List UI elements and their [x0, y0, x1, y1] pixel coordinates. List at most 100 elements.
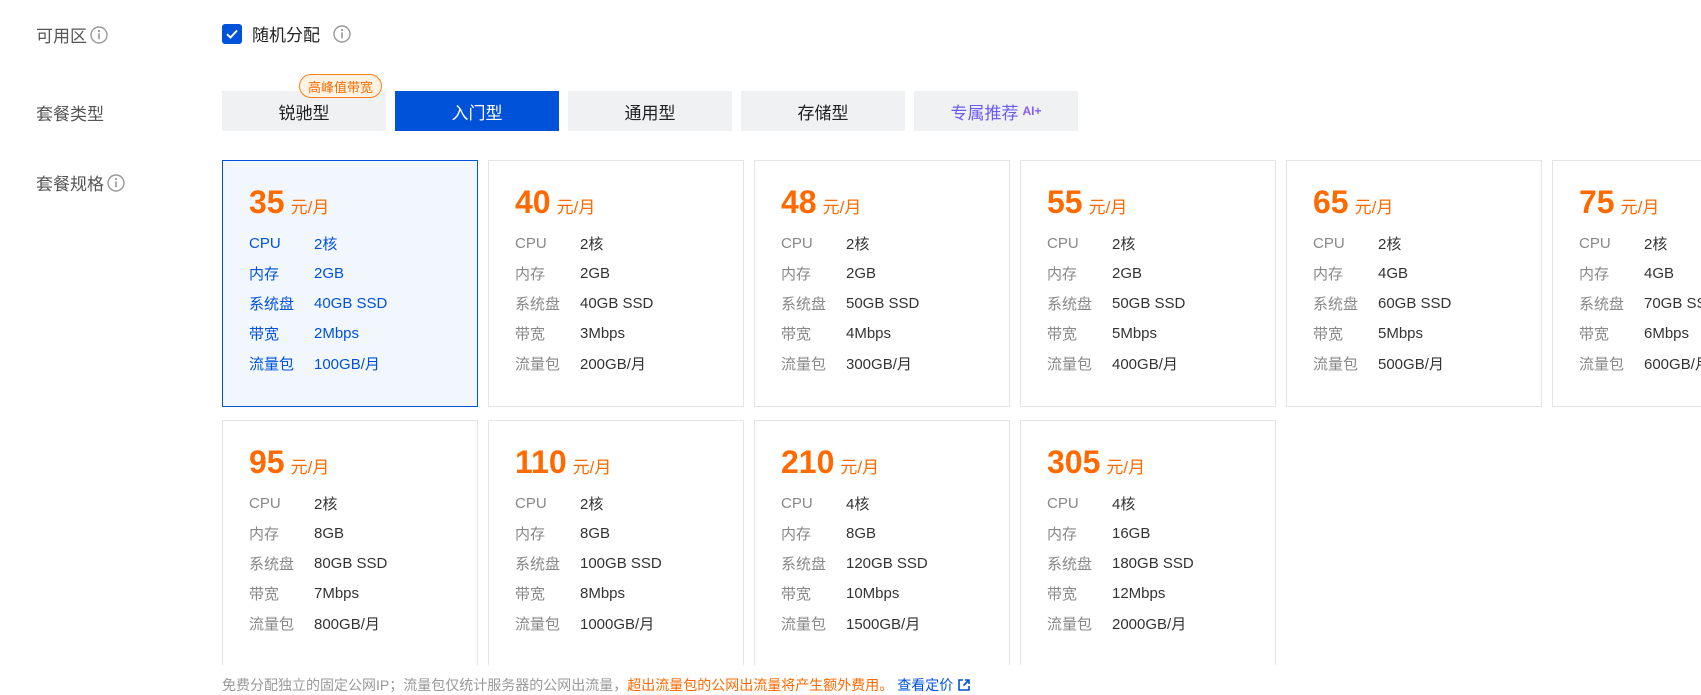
spec-label-memory: 内存 — [781, 265, 812, 283]
spec-row-disk: 系统盘 40GB SSD — [249, 288, 477, 318]
spec-row-disk: 系统盘 120GB SSD — [781, 548, 1009, 578]
spec-label-cpu: CPU — [1313, 234, 1345, 252]
spec-value-bandwidth: 10Mbps — [846, 584, 900, 602]
spec-row-traffic: 流量包 300GB/月 — [781, 348, 1009, 378]
spec-row-memory: 内存 2GB — [781, 258, 1009, 288]
info-icon[interactable] — [89, 25, 109, 45]
price-unit: 元/月 — [822, 198, 862, 217]
random-assign-checkbox[interactable] — [222, 23, 242, 44]
spec-row-disk: 系统盘 40GB SSD — [515, 288, 743, 318]
price-line: 210 元/月 — [781, 444, 1009, 488]
spec-row-disk: 系统盘 100GB SSD — [515, 548, 743, 578]
note-text: 免费分配独立的固定公网IP；流量包仅统计服务器的公网出流量， — [222, 677, 628, 693]
tab-ruichi[interactable]: 高峰值带宽 锐驰型 — [222, 74, 386, 131]
spec-label-traffic: 流量包 — [781, 355, 827, 373]
price-value: 40 — [515, 184, 551, 220]
spec-label-memory: 内存 — [249, 265, 280, 283]
spec-row-cpu: CPU 2核 — [515, 228, 743, 258]
spec-row-bandwidth: 带宽 2Mbps — [249, 318, 477, 348]
price-line: 110 元/月 — [515, 444, 743, 488]
package-type-label: 套餐类型 — [36, 100, 104, 125]
spec-card[interactable]: 110 元/月 CPU 2核 内存 8GB 系统盘 100GB SSD 带宽 8Mbps 流量包 10… — [488, 420, 744, 665]
spec-value-bandwidth: 6Mbps — [1644, 324, 1690, 342]
tab-label: 存储型 — [797, 103, 849, 123]
spec-row-bandwidth: 带宽 12Mbps — [1047, 578, 1275, 608]
spec-label-memory: 内存 — [1047, 525, 1078, 543]
spec-row-traffic: 流量包 200GB/月 — [515, 348, 743, 378]
spec-label-disk: 系统盘 — [1047, 555, 1093, 573]
price-line: 40 元/月 — [515, 184, 743, 228]
spec-card[interactable]: 75 元/月 CPU 2核内存 4GB 系统盘 70GB SSD 带宽 6Mbps 流量包 600G… — [1552, 160, 1701, 407]
spec-row-traffic: 流量包 2000GB/月 — [1047, 608, 1275, 638]
spec-row-bandwidth: 带宽 6Mbps — [1579, 318, 1701, 348]
price-unit: 元/月 — [1106, 458, 1146, 477]
info-icon[interactable] — [332, 24, 352, 44]
info-icon[interactable] — [106, 173, 126, 193]
spec-label-disk: 系统盘 — [249, 555, 295, 573]
spec-card[interactable]: 210 元/月 CPU 4核 内存 8GB 系统盘 120GB SSD 带宽 10Mbps 流量包 1… — [754, 420, 1010, 665]
spec-label-memory: 内存 — [781, 525, 812, 543]
spec-value-cpu: 2核 — [314, 235, 338, 253]
spec-row-traffic: 流量包 400GB/月 — [1047, 348, 1275, 378]
spec-label-disk: 系统盘 — [249, 295, 295, 313]
spec-label-cpu: CPU — [1047, 494, 1079, 512]
spec-label-disk: 系统盘 — [1047, 295, 1093, 313]
availability-zone-label: 可用区 — [36, 22, 109, 47]
spec-value-traffic: 300GB/月 — [846, 355, 912, 373]
price-line: 305 元/月 — [1047, 444, 1275, 488]
ai-sparkle-icon: AI+ — [1022, 104, 1042, 118]
spec-label-traffic: 流量包 — [1047, 615, 1093, 633]
spec-row-traffic: 流量包 1500GB/月 — [781, 608, 1009, 638]
price-value: 55 — [1047, 184, 1083, 220]
view-pricing-link[interactable]: 查看定价 — [897, 675, 971, 695]
spec-card[interactable]: 305 元/月 CPU 4核 内存 16GB 系统盘 180GB SSD 带宽 12Mbps 流量包… — [1020, 420, 1276, 665]
spec-card[interactable]: 48 元/月 CPU 2核 内存 2GB 系统盘 50GB SSD 带宽 4Mbps 流量包 300G… — [754, 160, 1010, 407]
spec-value-memory: 4GB — [1378, 264, 1409, 282]
spec-value-memory: 2GB — [846, 264, 877, 282]
price-line: 35 元/月 — [249, 184, 477, 228]
spec-row-traffic: 流量包 600GB/月 — [1579, 348, 1701, 378]
spec-label-cpu: CPU — [515, 494, 547, 512]
spec-value-traffic: 2000GB/月 — [1112, 615, 1187, 633]
check-icon — [226, 29, 238, 39]
spec-label-traffic: 流量包 — [1313, 355, 1359, 373]
spec-card[interactable]: 40 元/月 CPU 2核 内存 2GB 系统盘 40GB SSD 带宽 3Mbps 流量包 200G… — [488, 160, 744, 407]
spec-label-bandwidth: 带宽 — [1047, 585, 1078, 603]
spec-row-bandwidth: 带宽 5Mbps — [1313, 318, 1541, 348]
tab-general[interactable]: 通用型 — [568, 91, 732, 131]
spec-row-bandwidth: 带宽 5Mbps — [1047, 318, 1275, 348]
spec-row-memory: 内存 2GB — [249, 258, 477, 288]
spec-label-traffic: 流量包 — [1579, 355, 1625, 373]
spec-label-cpu: CPU — [249, 494, 281, 512]
tab-entry[interactable]: 入门型 — [395, 91, 559, 131]
spec-value-disk: 40GB SSD — [580, 294, 654, 312]
spec-label-traffic: 流量包 — [1047, 355, 1093, 373]
spec-label-bandwidth: 带宽 — [781, 325, 812, 343]
random-assign-label[interactable]: 随机分配 — [252, 21, 320, 46]
spec-row-cpu: CPU 4核 — [781, 488, 1009, 518]
spec-card[interactable]: 35 元/月 CPU 2核 内存 2GB 系统盘 40GB SSD 带宽 2Mbps 流量包 100G… — [222, 160, 478, 407]
package-spec-label-text: 套餐规格 — [36, 175, 104, 194]
tab-storage[interactable]: 存储型 — [741, 91, 905, 131]
spec-value-cpu: 2核 — [580, 495, 604, 513]
spec-value-bandwidth: 2Mbps — [314, 324, 360, 342]
spec-row-cpu: CPU 4核 — [1047, 488, 1275, 518]
spec-value-traffic: 800GB/月 — [314, 615, 380, 633]
spec-label-bandwidth: 带宽 — [515, 585, 546, 603]
spec-row-cpu: CPU 2核 — [1313, 228, 1541, 258]
package-type-tabs: 高峰值带宽 锐驰型 入门型 通用型 存储型 专属推荐 AI+ — [222, 74, 1087, 131]
spec-card[interactable]: 65 元/月 CPU 2核 内存 4GB 系统盘 60GB SSD 带宽 5Mbps 流量包 500G… — [1286, 160, 1542, 407]
spec-value-disk: 40GB SSD — [314, 294, 388, 312]
spec-card[interactable]: 95 元/月 CPU 2核 内存 8GB 系统盘 80GB SSD 带宽 7Mbps 流量包 800G… — [222, 420, 478, 665]
price-unit: 元/月 — [290, 198, 330, 217]
spec-value-disk: 80GB SSD — [314, 554, 388, 572]
spec-row-cpu: CPU 2核 — [1579, 228, 1701, 258]
spec-value-memory: 8GB — [846, 524, 877, 542]
package-spec-label: 套餐规格 — [36, 170, 126, 195]
spec-label-traffic: 流量包 — [515, 355, 561, 373]
spec-value-disk: 100GB SSD — [580, 554, 662, 572]
tab-label: 锐驰型 — [278, 103, 330, 123]
tab-recommended[interactable]: 专属推荐 AI+ — [914, 91, 1078, 131]
tab-label: 通用型 — [624, 103, 676, 123]
spec-card[interactable]: 55 元/月 CPU 2核 内存 2GB 系统盘 50GB SSD 带宽 5Mbps 流量包 400G… — [1020, 160, 1276, 407]
